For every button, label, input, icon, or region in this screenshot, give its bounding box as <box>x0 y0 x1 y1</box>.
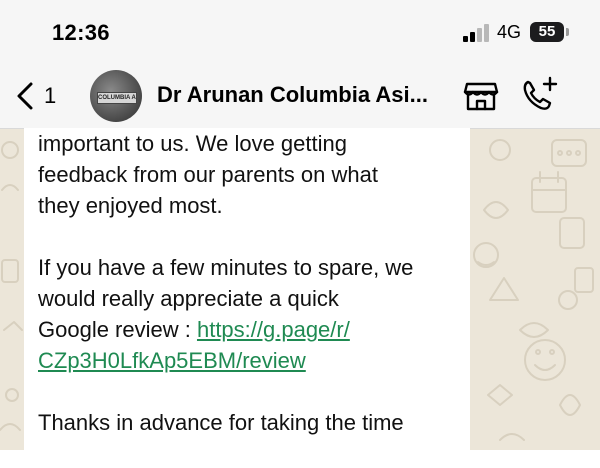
status-time: 12:36 <box>52 20 110 45</box>
review-label: Google review : <box>38 317 197 342</box>
message-bubble: important to us. We love getting feedbac… <box>24 128 470 468</box>
review-link-continued[interactable]: CZp3H0LfkAp5EBM/review <box>38 348 306 373</box>
storefront-icon[interactable] <box>463 80 499 112</box>
message-line: important to us. We love getting <box>38 131 347 156</box>
battery-level: 55 <box>530 22 564 42</box>
back-button[interactable]: 1 <box>14 78 56 114</box>
cellular-signal-icon <box>463 24 489 42</box>
battery-icon: 55 <box>530 22 570 42</box>
message-line: If you have a few minutes to spare, we <box>38 255 414 280</box>
message-line: feedback from our parents on what <box>38 162 378 187</box>
status-bar: 12:36 4G 55 <box>0 0 600 64</box>
review-link[interactable]: https://g.page/r/ <box>197 317 350 342</box>
message-line: they enjoyed most. <box>38 193 223 218</box>
unread-count: 1 <box>44 83 57 108</box>
chevron-left-icon <box>17 82 33 110</box>
avatar[interactable]: COLUMBIA ASIA <box>90 70 142 122</box>
message-line: CZp3H0LfkAp5EBM/review <box>38 345 466 376</box>
message-line: Google review : https://g.page/r/ <box>38 314 466 345</box>
network-type: 4G <box>497 22 522 42</box>
battery-cap <box>566 28 569 36</box>
message-line: Thanks in advance for taking the time <box>38 410 404 435</box>
avatar-logo: COLUMBIA ASIA <box>97 92 137 104</box>
chat-header: 1 COLUMBIA ASIA Dr Arunan Columbia Asi..… <box>0 64 600 129</box>
contact-name[interactable]: Dr Arunan Columbia Asi... <box>157 82 428 108</box>
message-line: would really appreciate a quick <box>38 286 339 311</box>
add-call-icon[interactable] <box>520 76 560 112</box>
message-text: important to us. We love getting feedbac… <box>38 128 466 438</box>
